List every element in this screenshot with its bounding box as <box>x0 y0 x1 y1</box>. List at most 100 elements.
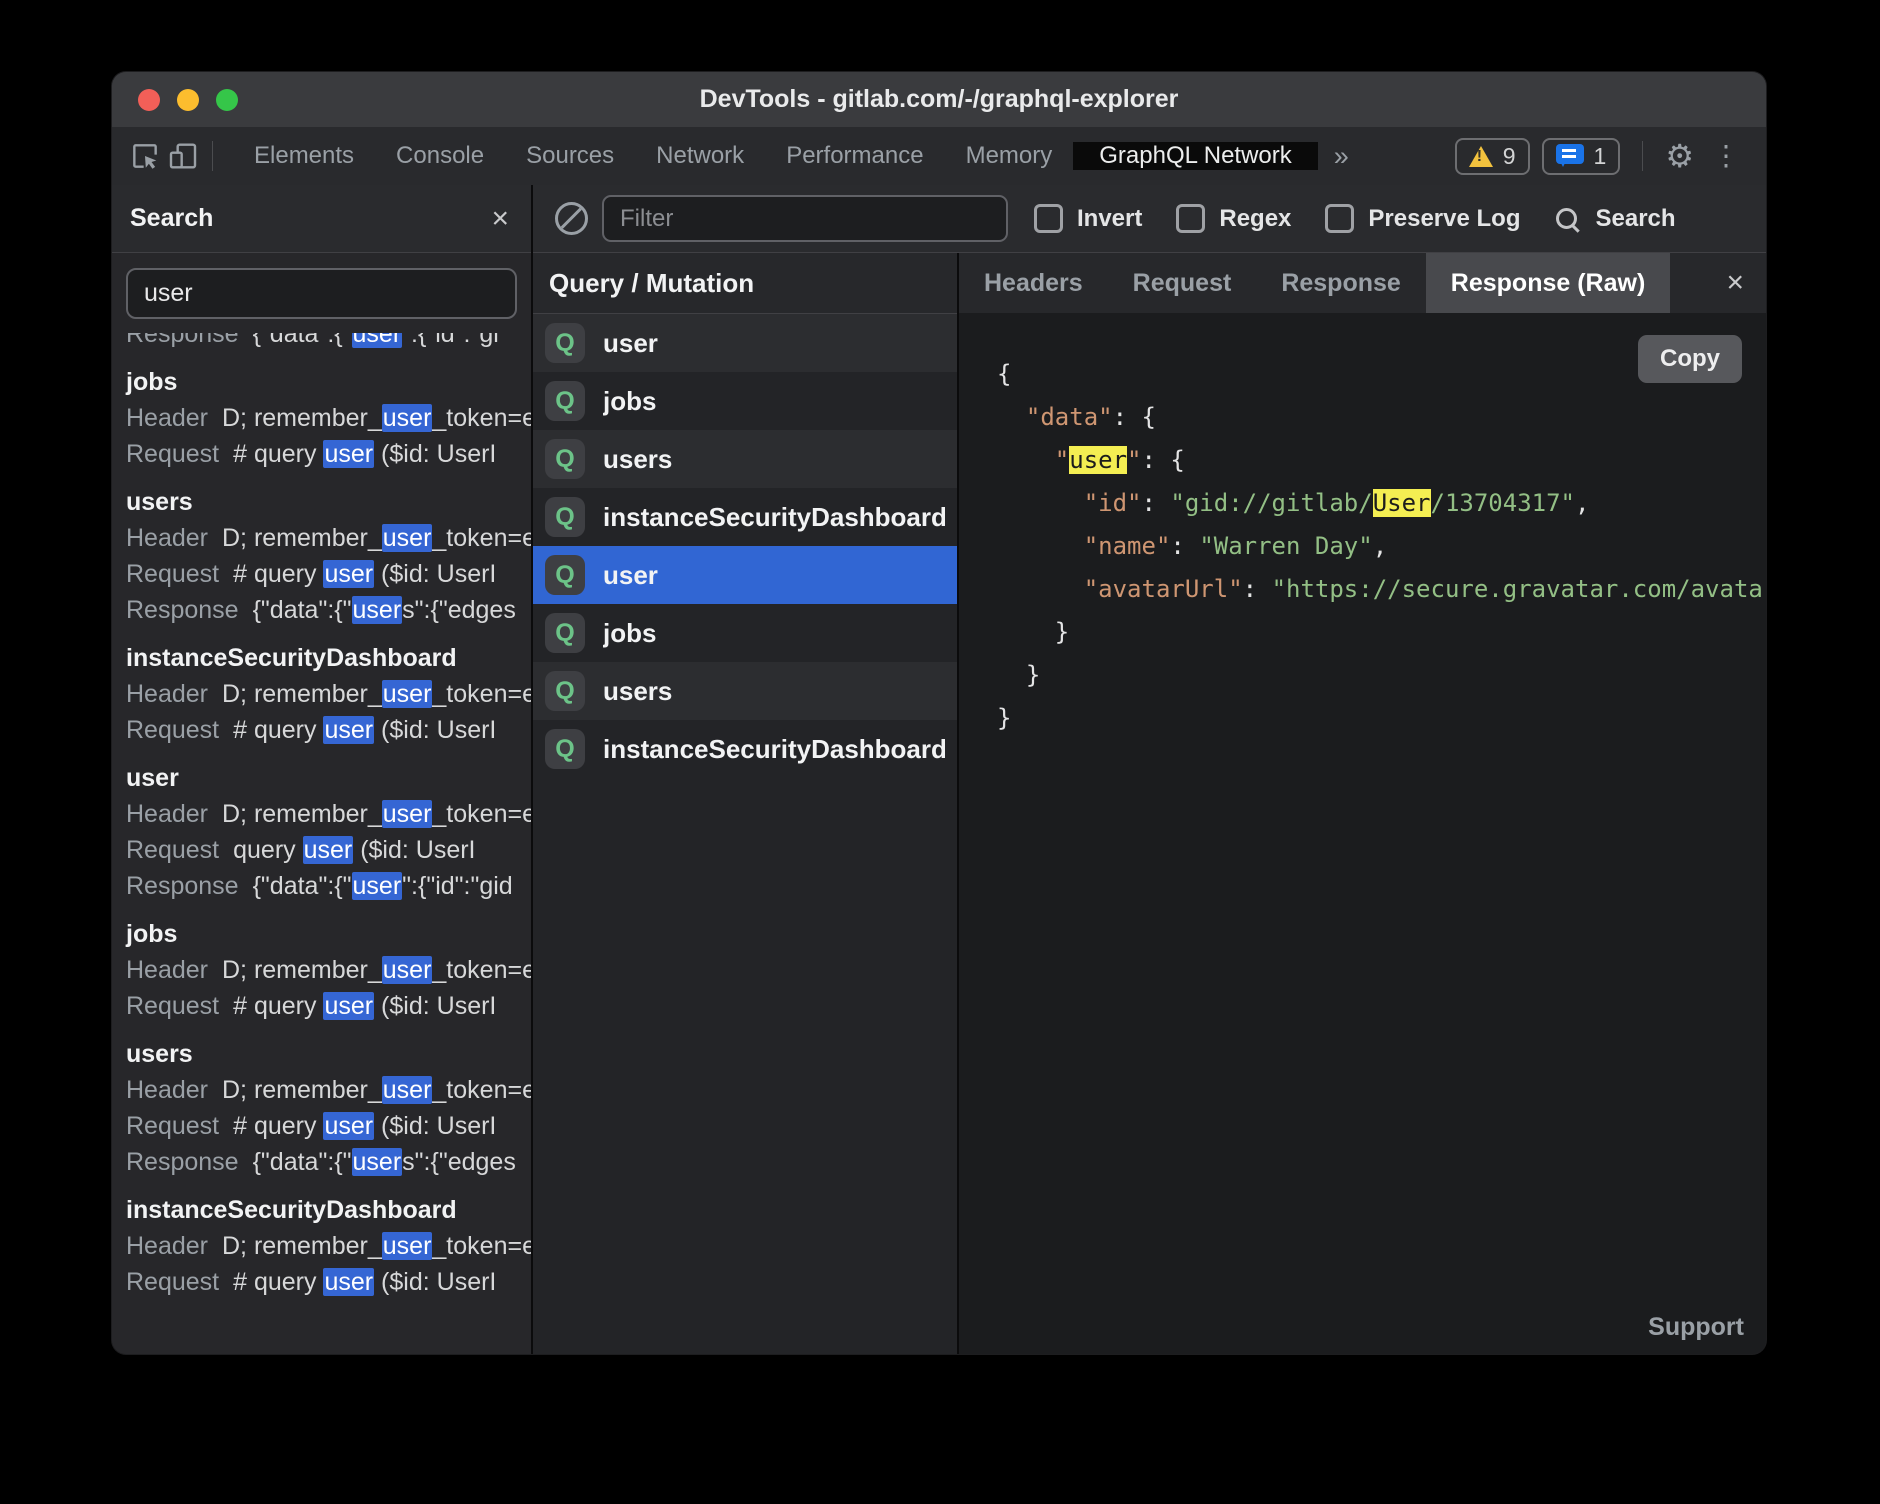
support-link[interactable]: Support <box>1648 1313 1744 1342</box>
warnings-badge[interactable]: 9 <box>1455 138 1530 175</box>
query-label: user <box>603 328 658 359</box>
query-list-item[interactable]: Qusers <box>533 430 957 488</box>
tab-elements[interactable]: Elements <box>233 127 375 185</box>
search-result-title[interactable]: users <box>126 1036 531 1072</box>
search-result-text: _token=e <box>432 680 531 708</box>
query-type-icon: Q <box>545 729 585 769</box>
search-result-line[interactable]: HeaderD; remember_user_token=e <box>126 952 531 988</box>
messages-badge[interactable]: 1 <box>1542 138 1621 175</box>
search-result-title[interactable]: user <box>126 760 531 796</box>
zoom-window-button[interactable] <box>216 89 238 111</box>
search-result-title[interactable]: users <box>126 484 531 520</box>
query-label: jobs <box>603 618 656 649</box>
detail-tab-response-raw[interactable]: Response (Raw) <box>1426 253 1670 313</box>
query-list-item[interactable]: Qjobs <box>533 604 957 662</box>
search-match-highlight: user <box>382 1076 433 1104</box>
search-result-line[interactable]: HeaderD; remember_user_token=e <box>126 676 531 712</box>
detail-panel-close-icon[interactable]: × <box>1704 253 1766 313</box>
detail-tab-headers[interactable]: Headers <box>959 253 1108 313</box>
search-result-line[interactable]: Response{"data":{"user":{"id":"gid <box>126 868 531 904</box>
query-label: user <box>603 560 658 591</box>
query-list-item[interactable]: Qusers <box>533 662 957 720</box>
query-panel-title: Query / Mutation <box>533 253 957 314</box>
tab-graphql-network[interactable]: GraphQL Network <box>1073 142 1318 170</box>
search-result-line[interactable]: HeaderD; remember_user_token=e <box>126 400 531 436</box>
search-result-line[interactable]: Response{"data":{"users":{"edges <box>126 592 531 628</box>
search-result-title[interactable]: instanceSecurityDashboard <box>126 1192 531 1228</box>
json-token <box>997 532 1084 560</box>
filter-search[interactable]: Search <box>1556 205 1675 233</box>
more-tabs-icon[interactable]: » <box>1318 141 1365 172</box>
query-label: instanceSecurityDashboard <box>603 502 945 533</box>
json-token: , <box>1373 532 1387 560</box>
query-type-icon: Q <box>545 671 585 711</box>
search-input[interactable] <box>126 268 517 319</box>
search-result-line[interactable]: Response{"data":{"users":{"edges <box>126 1144 531 1180</box>
query-list-item[interactable]: QinstanceSecurityDashboard <box>533 488 957 546</box>
network-area: Invert Regex Preserve Log Search Query / M… <box>533 185 1766 1354</box>
query-list-item[interactable]: Qjobs <box>533 372 957 430</box>
search-result-line[interactable]: Request# query user ($id: UserI <box>126 712 531 748</box>
detail-tab-response[interactable]: Response <box>1256 253 1425 313</box>
search-result-label: Header <box>126 524 208 552</box>
search-result-line[interactable]: Response{"data":{"user":{"id":"gi <box>126 333 531 352</box>
clear-requests-icon[interactable] <box>555 202 588 235</box>
settings-gear-icon[interactable]: ⚙ <box>1665 140 1694 172</box>
detail-tab-request[interactable]: Request <box>1108 253 1257 313</box>
search-result-title[interactable]: jobs <box>126 916 531 952</box>
tab-sources[interactable]: Sources <box>505 127 635 185</box>
detail-panel: HeadersRequestResponseResponse (Raw) × Co… <box>959 253 1766 1354</box>
device-toolbar-icon[interactable] <box>164 137 202 175</box>
checkbox-invert[interactable]: Invert <box>1034 204 1142 233</box>
filter-input[interactable] <box>602 195 1008 242</box>
kebab-menu-icon[interactable]: ⋮ <box>1706 142 1746 170</box>
json-token: : { <box>1142 446 1185 474</box>
checkbox-preserve-log[interactable]: Preserve Log <box>1325 204 1520 233</box>
search-result-text: D; remember_ <box>222 800 382 828</box>
query-list-item[interactable]: Quser <box>533 546 957 604</box>
search-result-line[interactable]: Request# query user ($id: UserI <box>126 1264 531 1300</box>
search-match-highlight: user <box>352 872 403 900</box>
search-result-line[interactable]: HeaderD; remember_user_token=e <box>126 1072 531 1108</box>
query-type-icon: Q <box>545 613 585 653</box>
checkbox-label: Invert <box>1077 205 1142 233</box>
query-list-item[interactable]: Quser <box>533 314 957 372</box>
query-label: users <box>603 676 672 707</box>
tab-memory[interactable]: Memory <box>945 127 1074 185</box>
search-panel-close-icon[interactable]: × <box>491 204 509 234</box>
warning-icon <box>1469 146 1493 167</box>
window-title: DevTools - gitlab.com/-/graphql-explorer <box>112 85 1766 114</box>
search-result-label: Request <box>126 440 219 468</box>
search-results-scroll[interactable]: Response{"data":{"user":{"id":"gijobsHea… <box>112 333 531 1354</box>
json-token: /13704317" <box>1431 489 1576 517</box>
search-result-label: Response <box>126 333 239 348</box>
filter-bar: Invert Regex Preserve Log Search <box>533 185 1766 253</box>
search-result-line[interactable]: Request# query user ($id: UserI <box>126 556 531 592</box>
search-match-highlight: user <box>323 440 374 468</box>
filter-checkboxes: Invert Regex Preserve Log <box>1034 204 1520 233</box>
tab-performance[interactable]: Performance <box>765 127 944 185</box>
search-result-label: Request <box>126 992 219 1020</box>
search-result-title[interactable]: instanceSecurityDashboard <box>126 640 531 676</box>
search-result-line[interactable]: HeaderD; remember_user_token=e <box>126 1228 531 1264</box>
tab-network[interactable]: Network <box>635 127 765 185</box>
search-result-line[interactable]: HeaderD; remember_user_token=e <box>126 520 531 556</box>
search-result-title[interactable]: jobs <box>126 364 531 400</box>
search-result-line[interactable]: Request# query user ($id: UserI <box>126 436 531 472</box>
search-result-line[interactable]: Request# query user ($id: UserI <box>126 988 531 1024</box>
close-window-button[interactable] <box>138 89 160 111</box>
search-result-line[interactable]: Request# query user ($id: UserI <box>126 1108 531 1144</box>
json-token <box>997 446 1055 474</box>
copy-button[interactable]: Copy <box>1638 335 1742 383</box>
inspect-element-icon[interactable] <box>126 137 164 175</box>
search-result-text: ($id: UserI <box>374 440 496 468</box>
minimize-window-button[interactable] <box>177 89 199 111</box>
search-result-line[interactable]: Requestquery user ($id: UserI <box>126 832 531 868</box>
query-list-item[interactable]: QinstanceSecurityDashboard <box>533 720 957 778</box>
search-result-text: D; remember_ <box>222 524 382 552</box>
search-match-highlight: user <box>352 596 403 624</box>
search-result-line[interactable]: HeaderD; remember_user_token=e <box>126 796 531 832</box>
search-result-text: _token=e <box>432 1076 531 1104</box>
checkbox-regex[interactable]: Regex <box>1176 204 1291 233</box>
tab-console[interactable]: Console <box>375 127 505 185</box>
